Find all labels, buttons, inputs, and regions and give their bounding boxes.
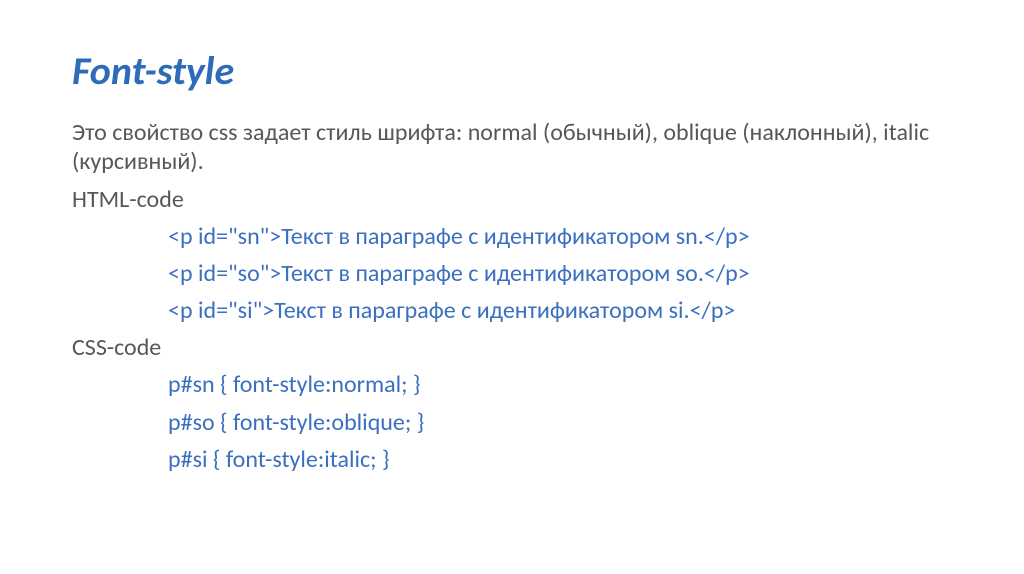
css-code-line: p#si { font-style:italic; } <box>168 441 952 478</box>
html-code-line: <p id="sn">Текст в параграфе с идентифик… <box>168 218 952 255</box>
css-code-label: CSS-code <box>72 329 952 366</box>
slide-title: Font-style <box>72 48 952 94</box>
slide: Font-style Это свойство css задает стиль… <box>0 0 1024 574</box>
css-code-line: p#sn { font-style:normal; } <box>168 366 952 403</box>
css-code-line: p#so { font-style:oblique; } <box>168 404 952 441</box>
description-text: Это свойство css задает стиль шрифта: no… <box>72 118 952 177</box>
html-code-line: <p id="si">Текст в параграфе с идентифик… <box>168 292 952 329</box>
html-code-line: <p id="so">Текст в параграфе с идентифик… <box>168 255 952 292</box>
html-code-label: HTML-code <box>72 181 952 218</box>
